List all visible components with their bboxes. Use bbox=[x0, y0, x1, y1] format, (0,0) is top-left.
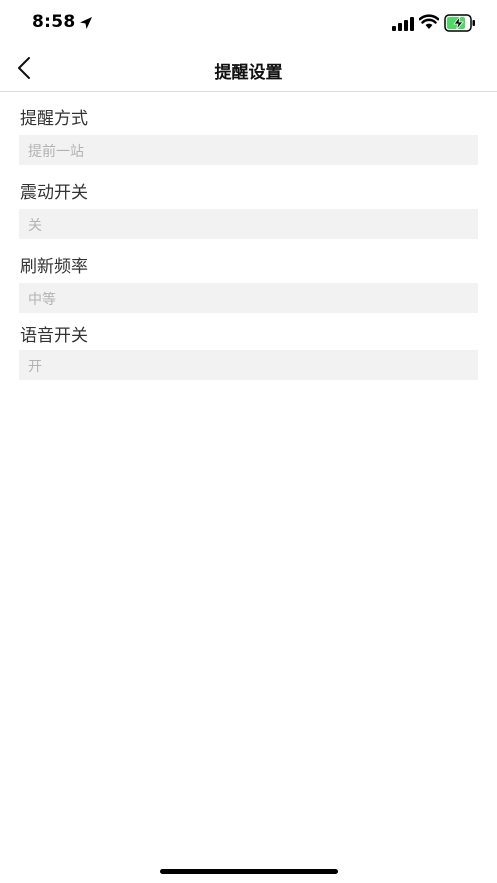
vibration-switch-field[interactable]: 关 bbox=[19, 209, 478, 239]
refresh-rate-field[interactable]: 中等 bbox=[19, 283, 478, 313]
reminder-mode-value: 提前一站 bbox=[28, 144, 84, 160]
battery-charging-icon bbox=[444, 14, 476, 32]
status-bar: 8:58 bbox=[0, 0, 497, 46]
location-arrow-icon bbox=[79, 15, 93, 29]
reminder-mode-field[interactable]: 提前一站 bbox=[19, 135, 478, 165]
refresh-rate-value: 中等 bbox=[28, 292, 56, 308]
status-time: 8:58 bbox=[32, 12, 76, 32]
vibration-switch-value: 关 bbox=[28, 218, 42, 234]
reminder-mode-label: 提醒方式 bbox=[20, 109, 88, 129]
wifi-icon bbox=[418, 14, 440, 30]
signal-icon bbox=[392, 16, 414, 31]
page-title: 提醒设置 bbox=[214, 63, 283, 83]
home-indicator[interactable] bbox=[160, 869, 338, 874]
refresh-rate-label: 刷新频率 bbox=[20, 257, 88, 277]
voice-switch-field[interactable]: 开 bbox=[19, 350, 478, 380]
navigation-bar: 提醒设置 bbox=[0, 46, 497, 92]
voice-switch-value: 开 bbox=[28, 359, 42, 375]
vibration-switch-label: 震动开关 bbox=[20, 183, 88, 203]
voice-switch-label: 语音开关 bbox=[20, 326, 88, 346]
